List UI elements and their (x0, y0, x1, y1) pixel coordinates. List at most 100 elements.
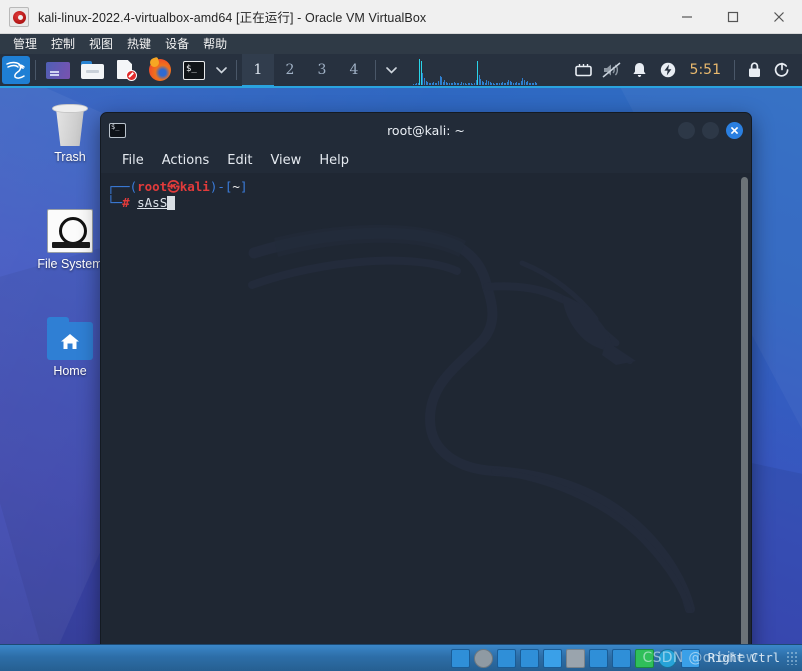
menu-devices[interactable]: 设备 (158, 34, 196, 54)
recording-icon[interactable] (634, 648, 654, 668)
workspace-2[interactable]: 2 (274, 54, 306, 87)
terminal-menu-file[interactable]: File (115, 153, 151, 168)
load-graph-bar (442, 82, 444, 85)
clock[interactable]: 5:51 (682, 62, 729, 78)
minimize-icon[interactable] (664, 0, 710, 34)
load-graph-bar (470, 83, 472, 85)
load-graph-bar (456, 83, 458, 85)
hard-disk-icon[interactable] (450, 648, 470, 668)
load-graph-bar (477, 61, 478, 85)
load-graph-bar (483, 82, 484, 85)
scrollbar-thumb[interactable] (741, 177, 748, 644)
shared-folders-icon[interactable] (565, 648, 585, 668)
maximize-icon[interactable] (710, 0, 756, 34)
text-editor-blocked-icon[interactable] (113, 57, 139, 83)
load-graph-bar (472, 84, 473, 85)
load-graph-bar (467, 83, 469, 85)
panel-separator (734, 60, 735, 80)
resize-grip-icon[interactable] (786, 651, 798, 665)
workspace-1[interactable]: 1 (242, 54, 274, 87)
load-graph-bar (413, 84, 414, 85)
remote-desktop-icon[interactable] (611, 648, 631, 668)
optical-drive-icon[interactable] (473, 648, 493, 668)
menu-manage[interactable]: 管理 (6, 34, 44, 54)
host-menu-bar: 管理 控制 视图 热键 设备 帮助 (0, 34, 802, 54)
terminal-menu-help[interactable]: Help (312, 153, 356, 168)
load-graph-bar (417, 83, 419, 85)
kali-dragon-glyph (6, 61, 25, 79)
load-graph-bar (527, 81, 528, 85)
display-icon[interactable] (588, 648, 608, 668)
system-tray: 5:51 (570, 54, 802, 87)
load-graph-bar (473, 83, 475, 85)
terminal-menu-view[interactable]: View (263, 153, 308, 168)
power-manager-icon[interactable] (654, 54, 682, 87)
terminal-canvas[interactable]: ┌──(root㉿kali)-[~] └─# sAsS (101, 173, 738, 644)
prompt-line2-prefix: └─ (107, 195, 123, 210)
load-graph-bar (416, 83, 417, 85)
load-graph-bar (455, 83, 456, 85)
virtualbox-window: kali-linux-2022.4-virtualbox-amd64 [正在运行… (0, 0, 802, 671)
network-icon[interactable] (570, 54, 598, 87)
load-graph-bar (498, 83, 500, 85)
chevron-down-icon[interactable] (211, 57, 231, 83)
system-load-graph[interactable] (413, 55, 537, 85)
workspace-3[interactable]: 3 (306, 54, 338, 87)
network-adapter-icon[interactable] (519, 648, 539, 668)
load-graph-bar (533, 83, 534, 85)
load-graph-bar (517, 83, 519, 85)
firefox-icon[interactable] (147, 57, 173, 83)
load-graph-bar (414, 84, 416, 85)
load-graph-bar (491, 83, 492, 85)
load-graph-bar (522, 78, 523, 85)
close-icon[interactable] (726, 121, 743, 139)
minimize-icon[interactable] (678, 121, 695, 139)
load-graph-bar (445, 82, 447, 85)
load-graph-bar (430, 83, 431, 85)
menu-control[interactable]: 控制 (44, 34, 82, 54)
host-window-title: kali-linux-2022.4-virtualbox-amd64 [正在运行… (38, 11, 427, 25)
workspace-4[interactable]: 4 (338, 54, 370, 87)
terminal-title-bar[interactable]: root@kali: ~ (101, 113, 751, 147)
load-graph-bar (423, 78, 425, 85)
audio-icon[interactable] (496, 648, 516, 668)
load-graph-bar (433, 82, 434, 85)
terminal-icon[interactable] (181, 57, 207, 83)
load-graph-bar (422, 73, 423, 85)
mouse-integration-icon[interactable] (657, 648, 677, 668)
load-graph-bar (514, 83, 516, 85)
terminal-scrollbar[interactable] (738, 173, 751, 644)
chevron-down-icon[interactable] (381, 57, 401, 83)
lock-screen-icon[interactable] (740, 54, 768, 87)
terminal-emulator-purple-icon[interactable] (45, 57, 71, 83)
close-icon[interactable] (756, 0, 802, 34)
terminal-menu-actions[interactable]: Actions (155, 153, 217, 168)
usb-icon[interactable] (542, 648, 562, 668)
load-graph-bar (428, 83, 430, 85)
menu-hotkeys[interactable]: 热键 (120, 34, 158, 54)
terminal-command-input[interactable]: sAsS (137, 195, 167, 210)
maximize-icon[interactable] (702, 121, 719, 139)
load-graph-bar (509, 81, 511, 85)
log-out-icon[interactable] (768, 54, 796, 87)
terminal-menu-edit[interactable]: Edit (220, 153, 259, 168)
load-graph-bar (506, 82, 508, 85)
kali-dragon-logo[interactable] (2, 56, 30, 84)
menu-view[interactable]: 视图 (82, 34, 120, 54)
prompt-line1-prefix: ┌──( (107, 179, 138, 194)
load-graph-bar (534, 82, 536, 85)
load-graph-bar (495, 83, 497, 85)
load-graph-bar (425, 81, 427, 85)
file-manager-icon[interactable] (79, 57, 105, 83)
load-graph-bar (434, 83, 436, 85)
terminal-window[interactable]: root@kali: ~ File Actions Edit View Help (100, 112, 752, 644)
load-graph-bar (450, 83, 452, 85)
menu-help[interactable]: 帮助 (196, 34, 234, 54)
host-key-icon[interactable] (680, 648, 700, 668)
load-graph-bar (431, 83, 433, 85)
load-graph-bar (469, 83, 470, 85)
notification-bell-icon[interactable] (626, 54, 654, 87)
terminal-body[interactable]: ┌──(root㉿kali)-[~] └─# sAsS (101, 173, 751, 644)
workspace-switcher: 1 2 3 4 (242, 54, 370, 87)
volume-muted-icon[interactable] (598, 54, 626, 87)
